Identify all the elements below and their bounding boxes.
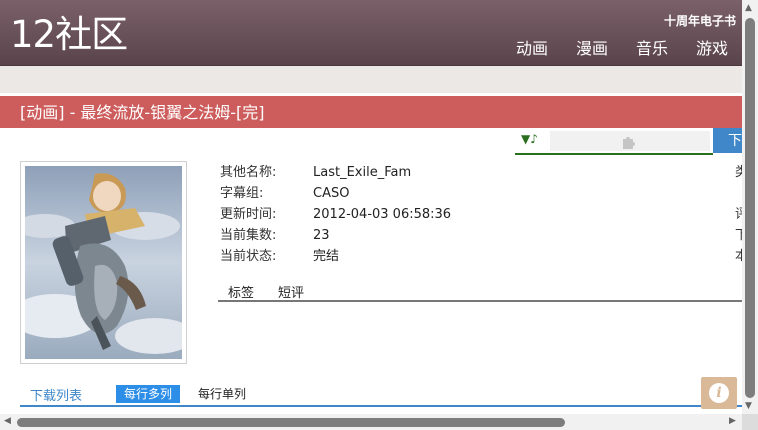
info-label: 其他名称: [220, 165, 277, 180]
ebook-link[interactable]: 十周年电子书 [664, 12, 736, 29]
info-row: 当前状态: 完结 本 [220, 246, 743, 267]
scrollbar-corner [742, 414, 758, 430]
puzzle-icon [620, 133, 638, 155]
info-label: 当前集数: [220, 228, 277, 243]
nav-games[interactable]: 游戏 [696, 38, 728, 60]
scroll-right-icon[interactable]: ▶ [729, 416, 736, 426]
tab-tags[interactable]: 标签 [228, 282, 254, 301]
multi-column-button[interactable]: 每行多列 [116, 385, 181, 403]
info-row: 其他名称: Last_Exile_Fam 类 [220, 162, 743, 183]
detail-tabs: 标签 短评 [218, 280, 742, 302]
vertical-scroll-thumb[interactable] [745, 18, 755, 398]
info-row: 当前集数: 23 下 [220, 225, 743, 246]
download-list-title: 下载列表 [30, 389, 83, 404]
vertical-scrollbar[interactable]: ▲ ▼ [742, 0, 758, 414]
scroll-up-icon[interactable]: ▲ [745, 3, 752, 13]
info-label: 当前状态: [220, 249, 277, 264]
nav-music[interactable]: 音乐 [636, 38, 668, 60]
info-value: 23 [313, 228, 330, 243]
info-icon: i [709, 383, 729, 403]
info-value: Last_Exile_Fam [313, 165, 412, 180]
music-note-icon[interactable]: ▼♪ [521, 132, 538, 146]
music-player[interactable]: ▼♪ [515, 128, 713, 155]
scroll-left-icon[interactable]: ◀ [4, 416, 11, 426]
horizontal-scrollbar[interactable]: ◀ ▶ [0, 414, 742, 430]
info-value: 完结 [313, 249, 340, 264]
info-value[interactable]: CASO [313, 183, 349, 204]
main-nav: 动画 漫画 音乐 游戏 [0, 38, 742, 60]
nav-anime[interactable]: 动画 [516, 38, 548, 60]
info-button[interactable]: i [701, 377, 737, 409]
cover-illustration [25, 166, 182, 359]
nav-manga[interactable]: 漫画 [576, 38, 608, 60]
page-title: [动画] - 最终流放-银翼之法姆-[完] [20, 103, 265, 122]
site-header: 12社区 十周年电子书 动画 漫画 音乐 游戏 [0, 0, 742, 65]
cover-image[interactable] [20, 161, 187, 364]
info-value: 2012-04-03 06:58:36 [313, 207, 452, 222]
sub-nav-bar [0, 65, 742, 93]
info-row: 更新时间: 2012-04-03 06:58:36 评 [220, 204, 743, 225]
horizontal-scroll-thumb[interactable] [17, 418, 565, 427]
title-bar: [动画] - 最终流放-银翼之法姆-[完] [0, 96, 742, 128]
anime-info: 其他名称: Last_Exile_Fam 类 字幕组: CASO 更新时间: 2… [220, 162, 743, 267]
info-label: 字幕组: [220, 186, 264, 201]
tab-reviews[interactable]: 短评 [278, 282, 304, 301]
download-button[interactable]: 下载 [713, 128, 742, 153]
download-list-header: 下载列表 每行多列 每行单列 [20, 383, 742, 407]
plugin-area [550, 131, 710, 151]
scroll-down-icon[interactable]: ▼ [745, 401, 752, 411]
info-row: 字幕组: CASO [220, 183, 740, 204]
single-column-button[interactable]: 每行单列 [198, 385, 246, 404]
info-label: 更新时间: [220, 207, 277, 222]
